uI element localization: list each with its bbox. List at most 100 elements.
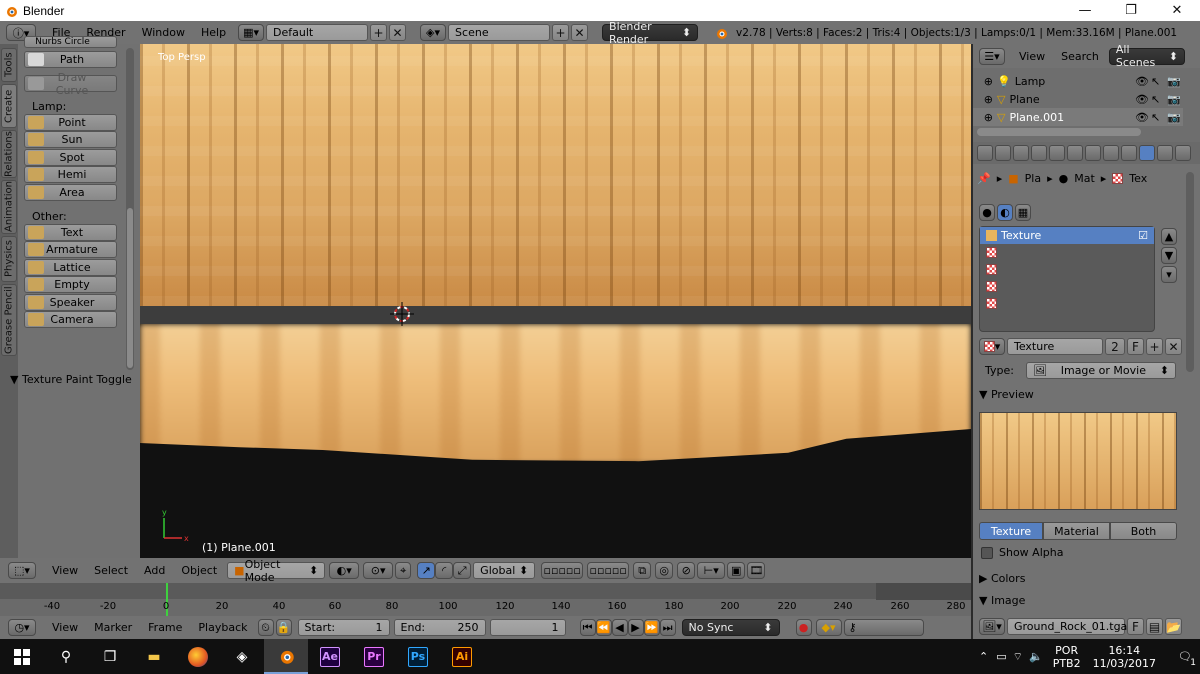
texture-slot[interactable] bbox=[980, 295, 1154, 312]
tab-relations[interactable]: Relations bbox=[1, 130, 17, 178]
tab-grease-pencil[interactable]: Grease Pencil bbox=[1, 284, 17, 356]
scene-field[interactable]: Scene bbox=[448, 24, 551, 41]
3d-viewport[interactable]: Top Persp y x (1) Plane.001 bbox=[140, 44, 971, 558]
preview-tab-both[interactable]: Both bbox=[1110, 522, 1177, 540]
language-indicator[interactable]: POR PTB2 bbox=[1053, 644, 1081, 670]
new-texture-button[interactable]: + bbox=[1146, 338, 1163, 355]
preview-panel-header[interactable]: ▼ Preview bbox=[979, 388, 1034, 401]
scene-browse-button[interactable]: ◈▾ bbox=[420, 24, 447, 41]
eye-icon[interactable]: 👁 bbox=[1135, 93, 1149, 106]
tab-create[interactable]: Create bbox=[1, 84, 17, 128]
add-screen-button[interactable]: + bbox=[370, 24, 388, 41]
current-frame-field[interactable]: 1 bbox=[489, 619, 566, 636]
material-tab-icon[interactable] bbox=[1121, 145, 1137, 161]
open-image-button[interactable]: 📂 bbox=[1165, 618, 1182, 635]
material-texture-button[interactable]: ◐ bbox=[997, 204, 1013, 221]
cursor-icon[interactable]: ↖ bbox=[1151, 93, 1163, 106]
timeline-editor[interactable]: -40 -20 0 20 40 60 80 100 120 140 160 18… bbox=[0, 583, 971, 616]
eye-icon[interactable]: 👁 bbox=[1135, 75, 1149, 88]
data-tab-icon[interactable] bbox=[1103, 145, 1119, 161]
brush-texture-button[interactable]: ▦ bbox=[1015, 204, 1031, 221]
show-alpha-checkbox[interactable] bbox=[981, 546, 993, 559]
translate-manipulator-button[interactable]: ↗ bbox=[417, 562, 436, 579]
preview-tab-texture[interactable]: Texture bbox=[979, 522, 1043, 540]
menu-playback[interactable]: Playback bbox=[190, 621, 255, 634]
add-lamp-hemi-button[interactable]: Hemi bbox=[24, 166, 117, 183]
minimize-button[interactable]: — bbox=[1062, 0, 1108, 21]
camera-icon[interactable]: 📷 bbox=[1167, 93, 1181, 106]
texture-paint-toggle-panel[interactable]: ▼ Texture Paint Toggle bbox=[10, 373, 132, 386]
taskbar-firefox[interactable] bbox=[176, 639, 220, 674]
constraints-tab-icon[interactable] bbox=[1067, 145, 1083, 161]
snap-toggle-button[interactable]: ⊘ bbox=[677, 562, 696, 579]
preview-tab-material[interactable]: Material bbox=[1043, 522, 1110, 540]
delete-screen-button[interactable]: ✕ bbox=[389, 24, 407, 41]
cursor-icon[interactable]: ↖ bbox=[1151, 111, 1163, 124]
transform-orientation-dropdown[interactable]: Global ⬍ bbox=[473, 562, 536, 579]
network-icon[interactable]: ⌔ bbox=[1013, 650, 1023, 664]
3d-cursor-icon[interactable] bbox=[390, 302, 414, 326]
maximize-button[interactable]: ❐ bbox=[1108, 0, 1154, 21]
scene-layers-grid-2[interactable]: ▫▫▫▫▫ bbox=[587, 562, 630, 579]
add-lattice-button[interactable]: Lattice bbox=[24, 259, 117, 276]
modifiers-tab-icon[interactable] bbox=[1085, 145, 1101, 161]
editor-type-timeline-button[interactable]: ◷▾ bbox=[8, 619, 36, 636]
layers-tab-icon[interactable] bbox=[995, 145, 1011, 161]
menu-outliner-view[interactable]: View bbox=[1011, 50, 1053, 63]
world-texture-button[interactable]: ● bbox=[979, 204, 995, 221]
start-frame-field[interactable]: Start: 1 bbox=[297, 619, 390, 636]
layer-lock-button[interactable]: ⧉ bbox=[633, 562, 652, 579]
camera-icon[interactable]: 📷 bbox=[1167, 111, 1181, 124]
slot-specials-button[interactable]: ▾ bbox=[1161, 266, 1177, 283]
play-button[interactable]: ▶ bbox=[627, 619, 644, 636]
tab-physics[interactable]: Physics bbox=[1, 236, 17, 282]
texture-tab-icon[interactable] bbox=[1139, 145, 1155, 161]
image-browse-button[interactable]: 🖼▾ bbox=[979, 618, 1005, 635]
outliner-item-lamp[interactable]: ⊕ 💡 Lamp 👁 ↖ 📷 bbox=[973, 72, 1183, 90]
interaction-mode-dropdown[interactable]: ■ Object Mode ⬍ bbox=[227, 558, 326, 584]
world-tab-icon[interactable] bbox=[1031, 145, 1047, 161]
object-tab-icon[interactable] bbox=[1049, 145, 1065, 161]
expand-icon[interactable]: ⊕ bbox=[973, 111, 993, 124]
outliner-hscrollbar[interactable] bbox=[977, 128, 1141, 136]
sync-mode-dropdown[interactable]: No Sync ⬍ bbox=[681, 619, 780, 636]
menu-add[interactable]: Add bbox=[136, 564, 173, 577]
jump-keyframe-back-button[interactable]: ⏪ bbox=[595, 619, 612, 636]
cursor-icon[interactable]: ↖ bbox=[1151, 75, 1163, 88]
record-button[interactable]: ● bbox=[795, 619, 812, 636]
add-camera-button[interactable]: Camera bbox=[24, 311, 117, 328]
texture-slot[interactable] bbox=[980, 244, 1154, 261]
camera-icon[interactable]: 📷 bbox=[1167, 75, 1181, 88]
add-nurbs-circle-button[interactable]: Nurbs Circle bbox=[24, 36, 117, 48]
add-path-button[interactable]: Path bbox=[24, 51, 117, 68]
add-lamp-spot-button[interactable]: Spot bbox=[24, 149, 117, 166]
texture-slot[interactable] bbox=[980, 278, 1154, 295]
taskbar-file-explorer[interactable]: ▬ bbox=[132, 639, 176, 674]
new-image-button[interactable]: ▤ bbox=[1146, 618, 1163, 635]
taskbar-blender[interactable] bbox=[264, 639, 308, 674]
add-lamp-area-button[interactable]: Area bbox=[24, 184, 117, 201]
taskbar-illustrator[interactable]: Ai bbox=[440, 639, 484, 674]
shelf-scrollbar[interactable] bbox=[126, 48, 134, 370]
menu-select[interactable]: Select bbox=[86, 564, 136, 577]
close-button[interactable]: ✕ bbox=[1154, 0, 1200, 21]
tab-animation[interactable]: Animation bbox=[1, 180, 17, 234]
slot-enabled-checkbox[interactable]: ☑ bbox=[1138, 229, 1148, 242]
image-name-field[interactable]: Ground_Rock_01.tga bbox=[1007, 618, 1127, 635]
outliner-filter-dropdown[interactable]: All Scenes ⬍ bbox=[1108, 43, 1185, 69]
move-slot-up-button[interactable]: ▲ bbox=[1161, 228, 1177, 245]
task-view-button[interactable]: ❐ bbox=[88, 639, 132, 674]
screen-layout-field[interactable]: Default bbox=[266, 24, 369, 41]
expand-icon[interactable]: ⊕ bbox=[973, 93, 993, 106]
rotate-manipulator-button[interactable]: ◜ bbox=[435, 562, 454, 579]
outliner[interactable]: ☰▾ View Search All Scenes ⬍ ⊕ 💡 Lamp 👁 ↖ 📷 ⊕ ▽… bbox=[973, 43, 1200, 142]
add-scene-button[interactable]: + bbox=[552, 24, 570, 41]
image-fake-user-button[interactable]: F bbox=[1127, 618, 1144, 635]
start-button[interactable] bbox=[0, 639, 44, 674]
move-slot-down-button[interactable]: ▼ bbox=[1161, 247, 1177, 264]
render-engine-dropdown[interactable]: Blender Render ⬍ bbox=[602, 20, 699, 46]
search-button[interactable]: ⚲ bbox=[44, 639, 88, 674]
action-center-button[interactable]: 🗨 1 bbox=[1170, 639, 1200, 674]
render-animation-button[interactable]: 🎞 bbox=[747, 562, 766, 579]
lock-frame-range-button[interactable]: 🔒 bbox=[275, 619, 292, 636]
